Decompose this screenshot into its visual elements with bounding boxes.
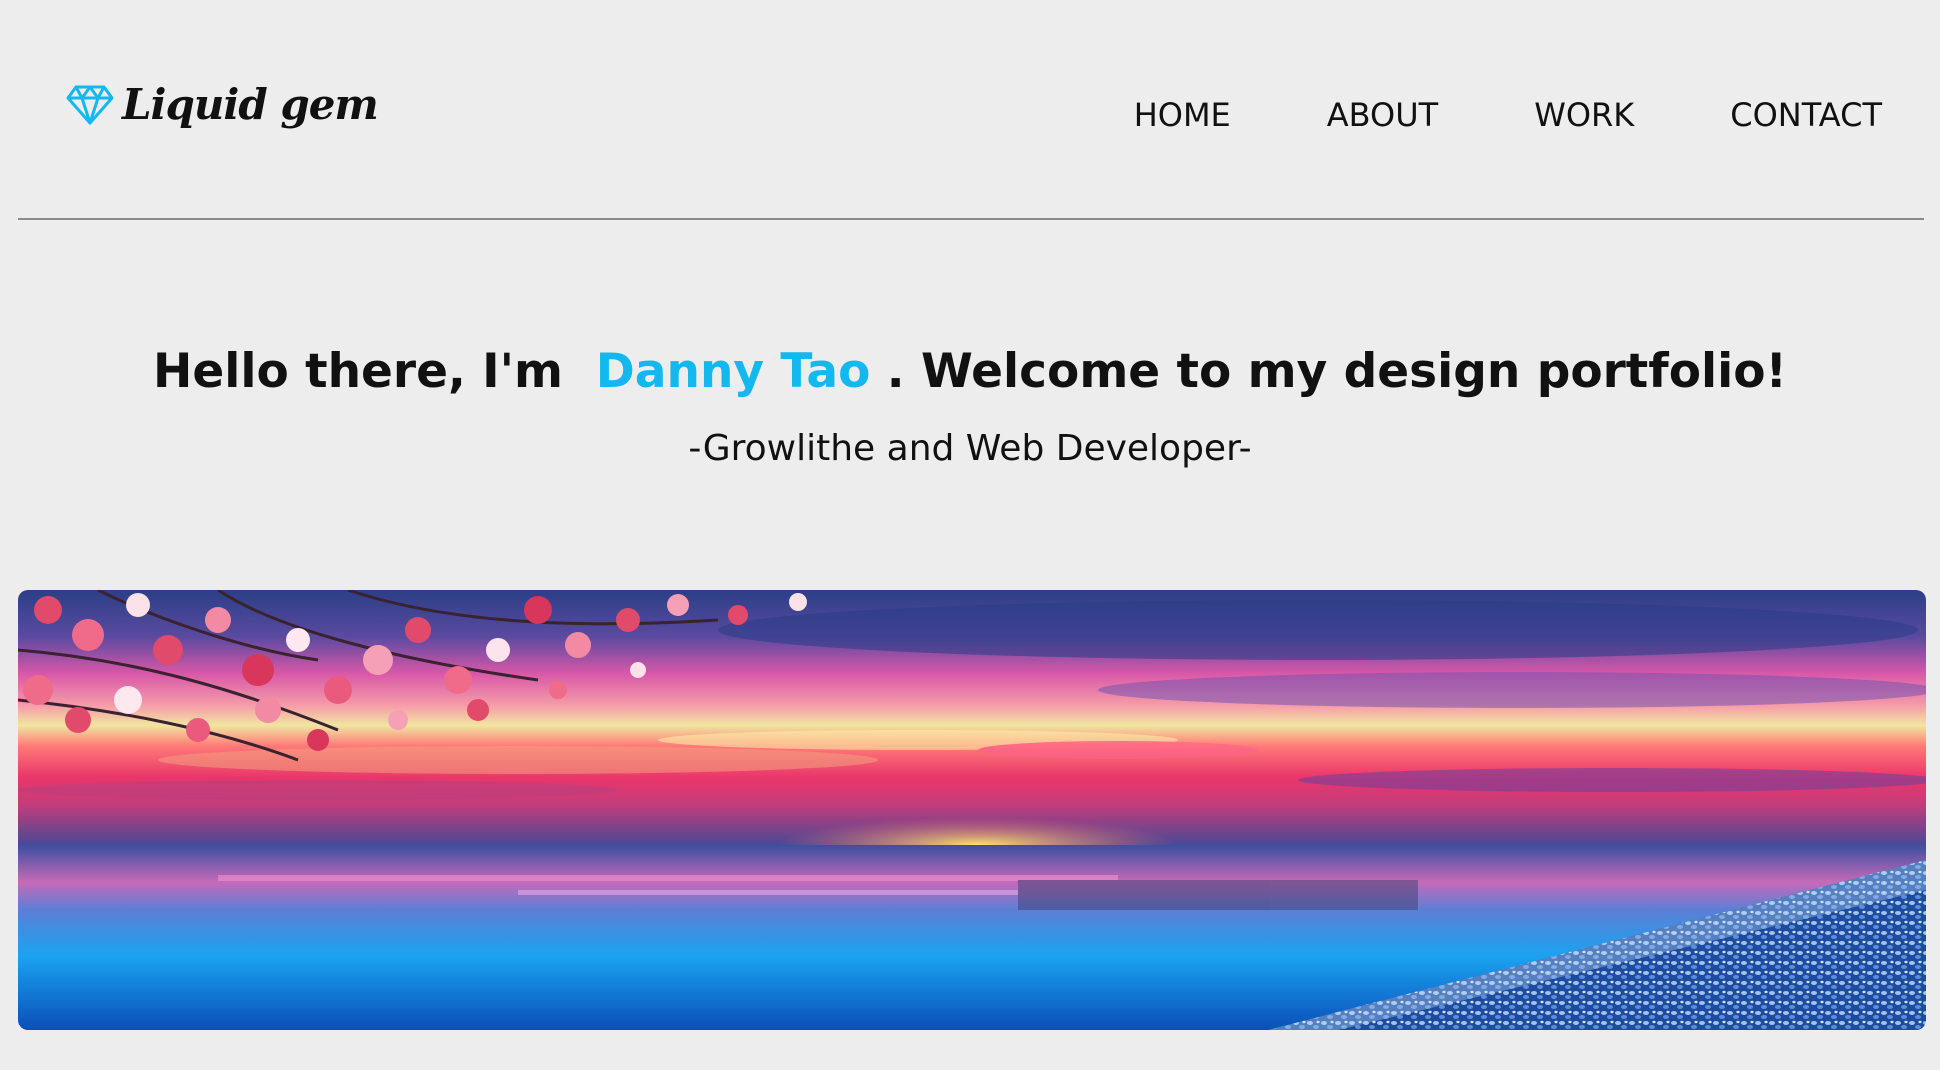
main-nav: HOME ABOUT WORK CONTACT	[1038, 96, 1882, 134]
site-header: Liquid gem HOME ABOUT WORK CONTACT	[0, 0, 1940, 220]
hero-title: Hello there, I'm Danny Tao . Welcome to …	[0, 340, 1940, 404]
diamond-icon	[66, 84, 114, 126]
nav-item-work[interactable]: WORK	[1534, 96, 1634, 134]
brand-name: Liquid gem	[122, 80, 379, 129]
brand-logo[interactable]: Liquid gem	[66, 80, 379, 129]
hero-greeting-prefix: Hello there, I'm	[153, 344, 564, 399]
hero-subtitle: -Growlithe and Web Developer-	[688, 428, 1252, 469]
hero-name: Danny Tao	[595, 344, 871, 399]
hero-section: Hello there, I'm Danny Tao . Welcome to …	[0, 340, 1940, 472]
header-divider	[18, 218, 1924, 220]
nav-item-contact[interactable]: CONTACT	[1730, 96, 1882, 134]
banner-image	[18, 590, 1926, 1030]
hero-greeting-suffix: . Welcome to my design portfolio!	[886, 344, 1787, 399]
sunset-beach-cherry-blossom-image	[18, 590, 1926, 1030]
nav-item-about[interactable]: ABOUT	[1327, 96, 1438, 134]
nav-item-home[interactable]: HOME	[1134, 96, 1231, 134]
